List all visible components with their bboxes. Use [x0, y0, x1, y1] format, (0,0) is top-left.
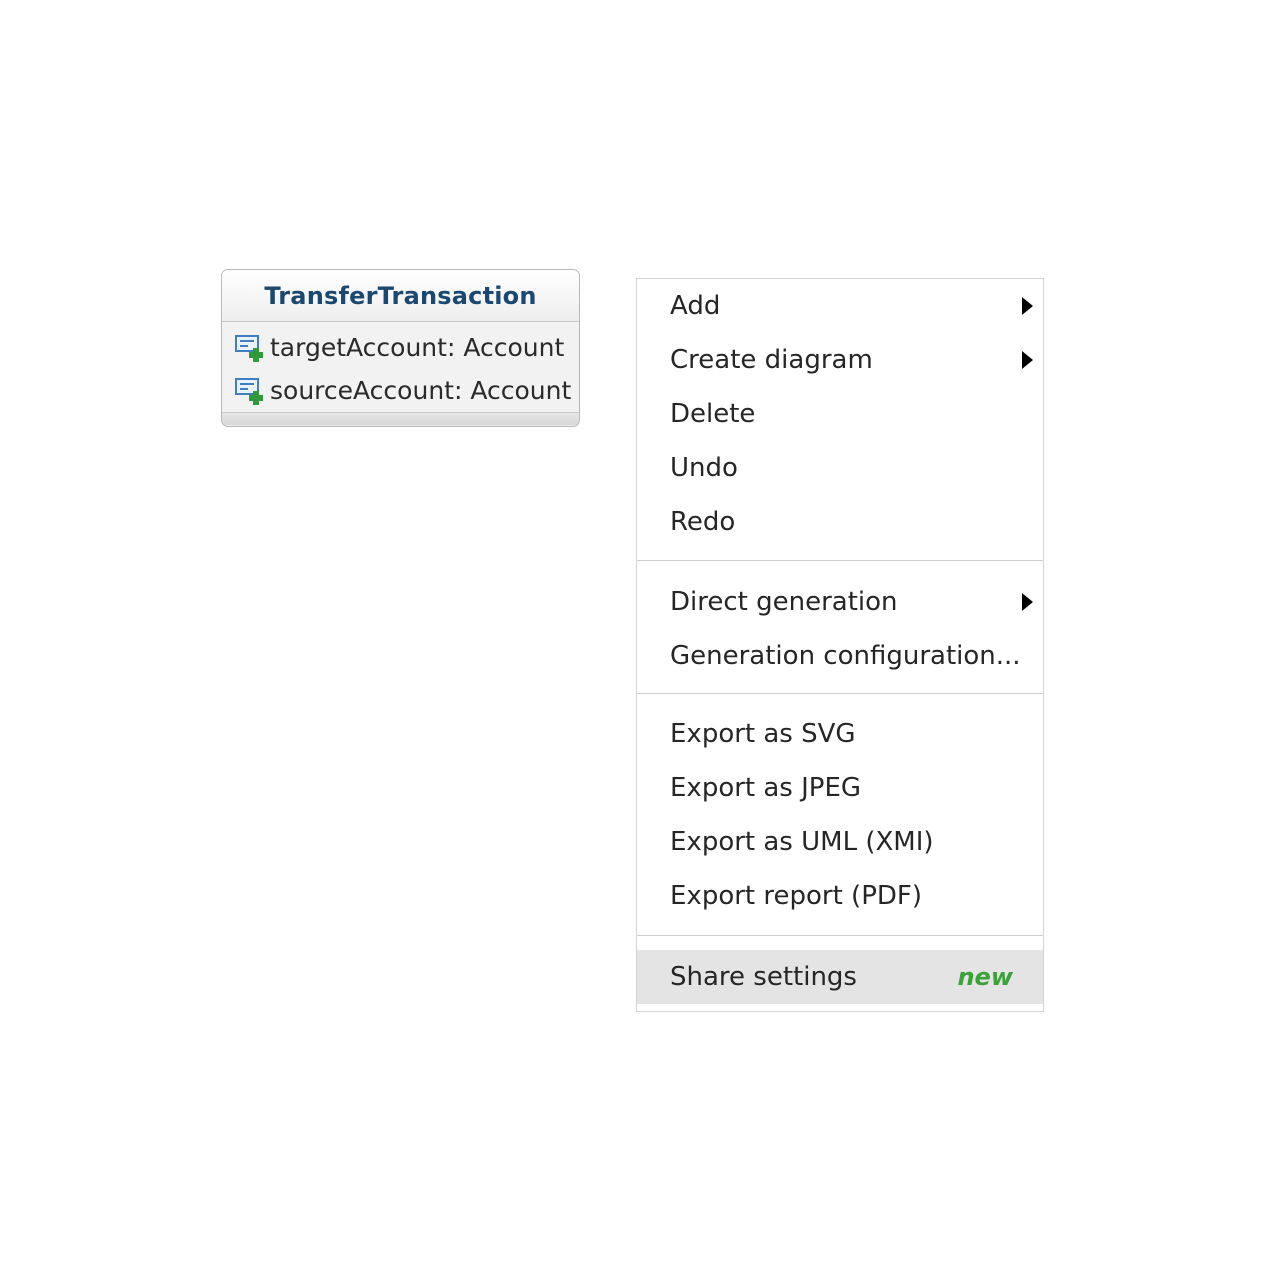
menu-item-label: Direct generation: [670, 587, 898, 617]
menu-item-delete[interactable]: Delete: [637, 387, 1043, 441]
uml-attribute-row[interactable]: sourceAccount: Account: [222, 369, 579, 412]
menu-item-label: Create diagram: [670, 345, 873, 375]
menu-item-add[interactable]: Add: [637, 279, 1043, 333]
menu-item-label: Delete: [670, 399, 756, 429]
submenu-arrow-icon: [1022, 593, 1033, 611]
menu-item-share-settings[interactable]: Share settings new: [637, 950, 1043, 1004]
uml-operations-compartment: [222, 413, 579, 425]
menu-item-generation-configuration[interactable]: Generation configuration...: [637, 629, 1043, 683]
menu-item-create-diagram[interactable]: Create diagram: [637, 333, 1043, 387]
menu-item-export-jpeg[interactable]: Export as JPEG: [637, 761, 1043, 815]
submenu-arrow-icon: [1022, 351, 1033, 369]
uml-class-name: TransferTransaction: [264, 281, 537, 310]
menu-item-label: Add: [670, 291, 721, 321]
menu-item-export-uml-xmi[interactable]: Export as UML (XMI): [637, 815, 1043, 869]
menu-section-edit: Add Create diagram Delete Undo Redo: [637, 279, 1043, 560]
menu-item-label: Redo: [670, 507, 736, 537]
uml-attribute-row[interactable]: targetAccount: Account: [222, 326, 579, 369]
new-badge: new: [957, 963, 1013, 991]
menu-section-share: Share settings new: [637, 936, 1043, 1013]
uml-class-transfer-transaction[interactable]: TransferTransaction targetAccount: Accou…: [221, 269, 580, 427]
menu-item-label: Export report (PDF): [670, 881, 922, 911]
menu-item-redo[interactable]: Redo: [637, 495, 1043, 549]
menu-item-export-svg[interactable]: Export as SVG: [637, 707, 1043, 761]
menu-section-export: Export as SVG Export as JPEG Export as U…: [637, 694, 1043, 935]
attribute-label: sourceAccount: Account: [270, 376, 572, 405]
menu-item-label: Export as UML (XMI): [670, 827, 934, 857]
context-menu: Add Create diagram Delete Undo Redo Dire…: [636, 278, 1044, 1012]
diagram-canvas[interactable]: TransferTransaction targetAccount: Accou…: [0, 0, 1280, 1280]
uml-class-header[interactable]: TransferTransaction: [222, 270, 579, 322]
menu-item-label: Generation configuration...: [670, 641, 1021, 671]
menu-section-generation: Direct generation Generation configurati…: [637, 561, 1043, 693]
uml-attribute-list: targetAccount: Account sourceAccount: Ac…: [222, 322, 579, 413]
attribute-add-icon: [235, 377, 263, 405]
menu-item-label: Export as SVG: [670, 719, 856, 749]
attribute-add-icon: [235, 334, 263, 362]
menu-item-label: Undo: [670, 453, 738, 483]
menu-item-direct-generation[interactable]: Direct generation: [637, 575, 1043, 629]
attribute-label: targetAccount: Account: [270, 333, 565, 362]
submenu-arrow-icon: [1022, 297, 1033, 315]
menu-item-export-report-pdf[interactable]: Export report (PDF): [637, 869, 1043, 923]
menu-item-label: Share settings: [670, 962, 857, 992]
menu-item-label: Export as JPEG: [670, 773, 862, 803]
menu-item-undo[interactable]: Undo: [637, 441, 1043, 495]
